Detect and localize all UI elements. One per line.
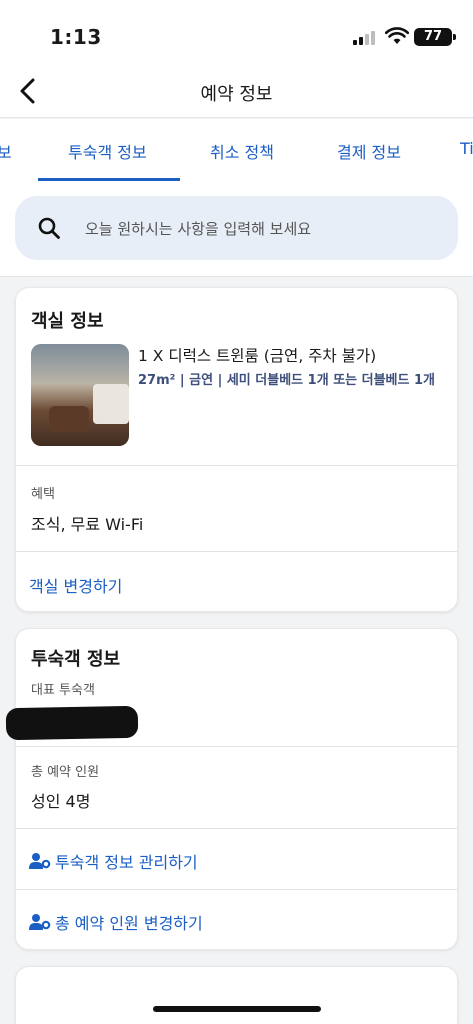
user-settings-icon bbox=[29, 914, 51, 930]
manage-guests-link[interactable]: 투숙객 정보 관리하기 bbox=[29, 849, 198, 873]
status-time: 1:13 bbox=[50, 25, 102, 49]
section-tabs: 보 투숙객 정보 취소 정책 결제 정보 Ti bbox=[0, 119, 473, 181]
tab-cancel-policy[interactable]: 취소 정책 bbox=[210, 139, 274, 163]
change-guest-count-link[interactable]: 총 예약 인원 변경하기 bbox=[29, 910, 203, 934]
room-name: 1 X 디럭스 트윈룸 (금연, 주차 불가) bbox=[138, 347, 377, 365]
wifi-icon bbox=[385, 27, 409, 44]
room-info-card: 객실 정보 1 X 디럭스 트윈룸 (금연, 주차 불가) 27m² | 금연 … bbox=[15, 287, 458, 612]
search-input[interactable]: 오늘 원하시는 사항을 입력해 보세요 bbox=[15, 196, 458, 260]
cellular-signal-icon bbox=[353, 31, 379, 45]
lead-guest-label: 대표 투숙객 bbox=[31, 683, 95, 698]
room-detail: 27m² | 금연 | 세미 더블베드 1개 또는 더블베드 1개 bbox=[138, 373, 436, 388]
battery-icon: 77 bbox=[414, 28, 456, 46]
user-settings-icon bbox=[29, 853, 51, 869]
tab-payment-info[interactable]: 결제 정보 bbox=[337, 139, 401, 163]
manage-guests-label: 투숙객 정보 관리하기 bbox=[55, 853, 198, 872]
tab-overview[interactable]: 보 bbox=[0, 139, 12, 163]
divider bbox=[16, 889, 457, 890]
divider bbox=[16, 828, 457, 829]
status-bar: 1:13 77 bbox=[0, 0, 473, 68]
total-guests-label: 총 예약 인원 bbox=[31, 765, 100, 780]
divider bbox=[16, 551, 457, 552]
search-icon bbox=[38, 217, 60, 239]
battery-level: 77 bbox=[423, 29, 443, 44]
total-guests-value: 성인 4명 bbox=[31, 792, 91, 811]
search-placeholder: 오늘 원하시는 사항을 입력해 보세요 bbox=[85, 220, 312, 238]
benefits-label: 혜택 bbox=[31, 487, 55, 502]
tab-guest-info[interactable]: 투숙객 정보 bbox=[68, 139, 147, 163]
nav-bar: 예약 정보 bbox=[0, 68, 473, 118]
benefits-value: 조식, 무료 Wi-Fi bbox=[31, 515, 144, 534]
next-card bbox=[15, 966, 458, 1024]
divider bbox=[16, 746, 457, 747]
room-card-title: 객실 정보 bbox=[31, 311, 104, 332]
change-guest-count-label: 총 예약 인원 변경하기 bbox=[55, 914, 203, 933]
change-room-label: 객실 변경하기 bbox=[29, 577, 123, 596]
guest-card-title: 투숙객 정보 bbox=[31, 649, 121, 670]
page-title: 예약 정보 bbox=[200, 84, 273, 105]
redacted-guest-name bbox=[5, 705, 139, 741]
change-room-link[interactable]: 객실 변경하기 bbox=[29, 573, 122, 597]
tab-next[interactable]: Ti bbox=[460, 139, 473, 158]
home-indicator bbox=[153, 1006, 321, 1012]
guest-info-card: 투숙객 정보 대표 투숙객 총 예약 인원 성인 4명 투숙객 정보 관리하기 … bbox=[5, 628, 458, 950]
room-photo bbox=[31, 344, 129, 446]
divider bbox=[16, 465, 457, 466]
search-section: 오늘 원하시는 사항을 입력해 보세요 bbox=[0, 181, 473, 277]
